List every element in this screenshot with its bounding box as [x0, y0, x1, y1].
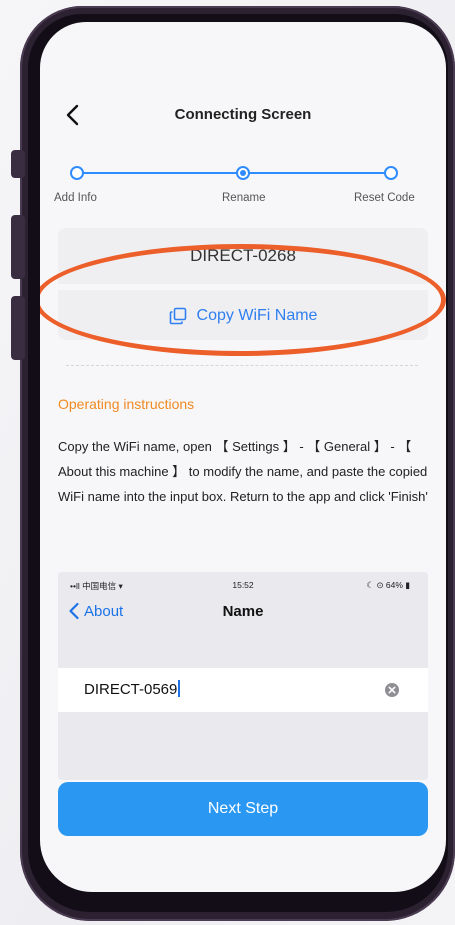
divider	[66, 365, 418, 366]
step-connector	[82, 172, 238, 174]
phone-side-button	[11, 215, 25, 279]
ios-name-value: DIRECT-0569	[84, 680, 181, 698]
step-label-reset-code: Reset Code	[354, 192, 415, 204]
ios-name-text: DIRECT-0569	[84, 681, 178, 698]
phone-side-button	[11, 296, 25, 360]
page-title: Connecting Screen	[174, 106, 312, 123]
step-label-rename: Rename	[222, 192, 266, 204]
step-dot-rename	[236, 166, 250, 180]
ios-status-bar: ••ll 中国电信 ▾ 15:52 ☾ ⊙ 64% ▮	[58, 572, 428, 596]
ios-battery: ☾ ⊙ 64% ▮	[366, 580, 410, 590]
clear-icon[interactable]	[384, 682, 400, 698]
instructions-text: Copy the WiFi name, open 【 Settings 】 - …	[58, 439, 428, 504]
next-step-button[interactable]: Next Step	[58, 782, 428, 836]
highlight-annotation	[40, 244, 446, 356]
nav-bar: Connecting Screen	[40, 94, 446, 138]
step-dot-reset-code	[384, 166, 398, 180]
step-connector	[248, 172, 390, 174]
text-caret	[178, 680, 181, 697]
step-dot-add-info	[70, 166, 84, 180]
ios-nav-bar: About Name	[58, 596, 428, 634]
phone-side-button	[11, 150, 25, 178]
phone-screen: Connecting Screen Add Info Rename Reset …	[40, 22, 446, 892]
step-label-add-info: Add Info	[54, 192, 97, 204]
instructions-heading: Operating instructions	[58, 396, 195, 412]
ios-name-field[interactable]: DIRECT-0569	[58, 668, 428, 712]
progress-stepper: Add Info Rename Reset Code	[40, 158, 446, 214]
example-screenshot: ••ll 中国电信 ▾ 15:52 ☾ ⊙ 64% ▮ About Name D…	[58, 572, 428, 780]
ios-title: Name	[222, 603, 264, 620]
